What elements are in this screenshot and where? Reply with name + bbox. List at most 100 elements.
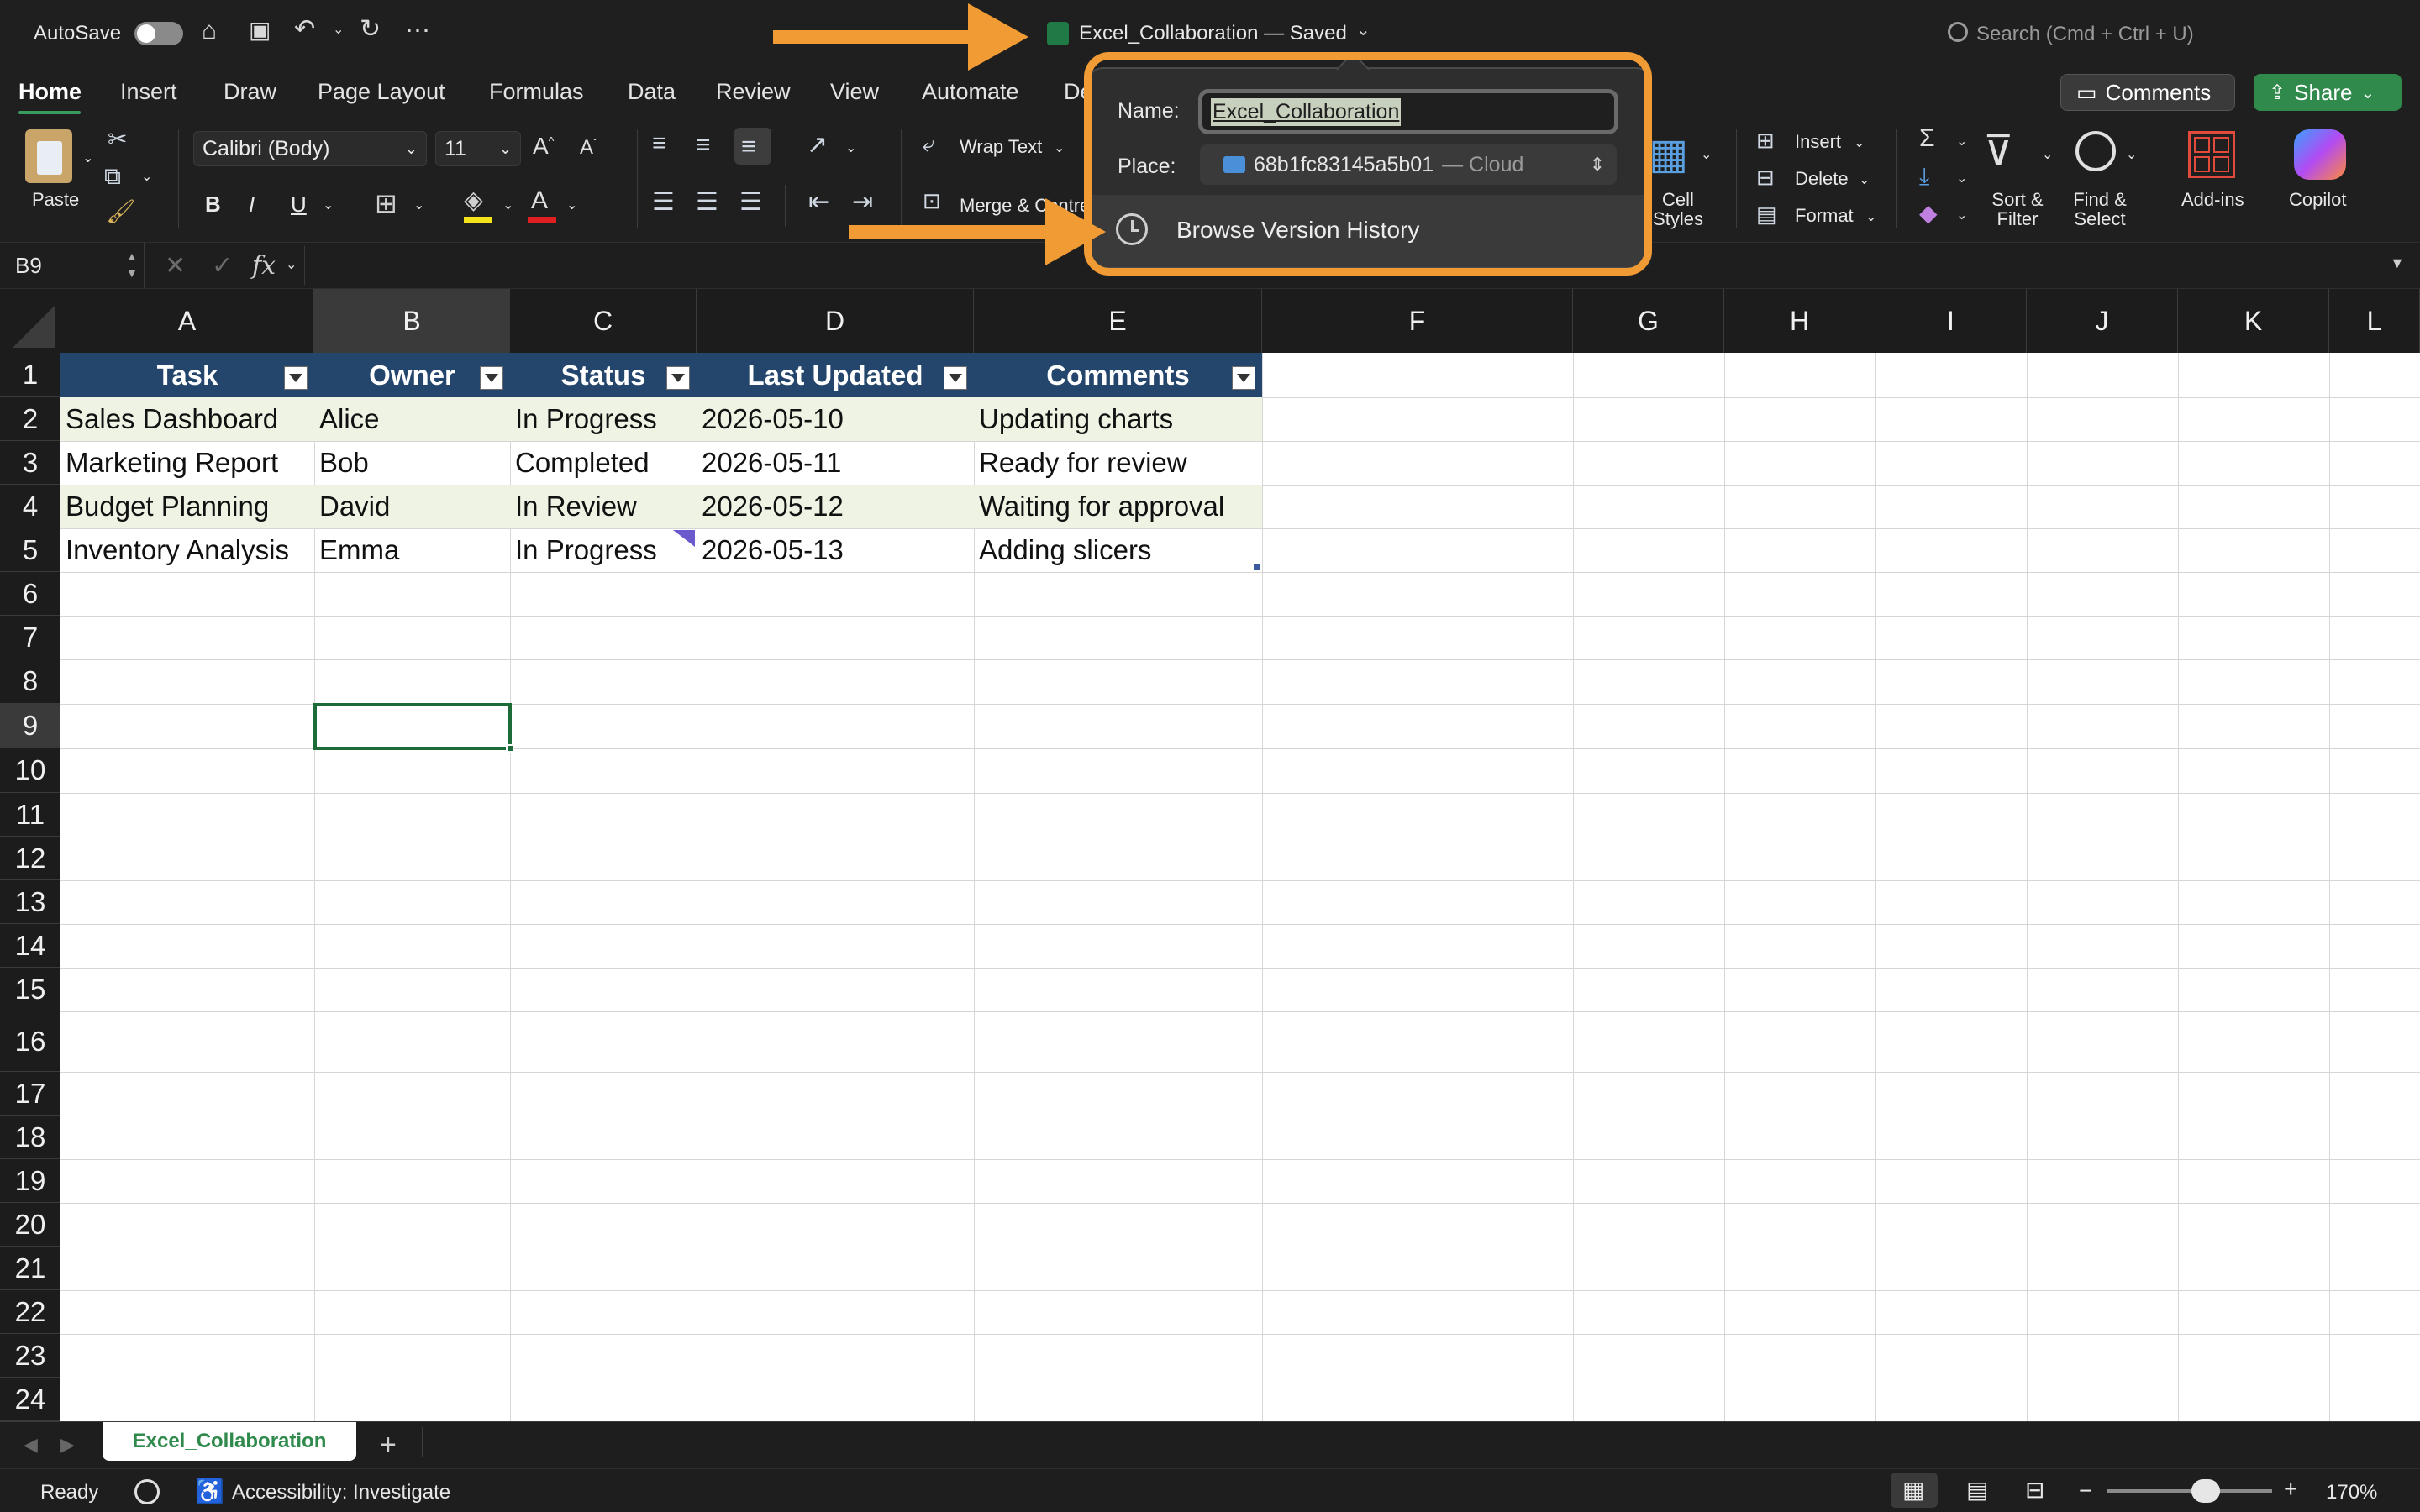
italic-button[interactable]: I — [249, 192, 255, 218]
autosave-toggle[interactable] — [134, 22, 183, 45]
redo-icon[interactable]: ↻ — [360, 17, 381, 42]
prev-sheet-icon[interactable]: ◀ — [24, 1434, 38, 1456]
addins-icon[interactable] — [2188, 131, 2235, 178]
align-top-icon[interactable]: ≡ — [652, 131, 667, 156]
chevron-down-icon[interactable]: ⌄ — [2126, 146, 2137, 163]
column-header-l[interactable]: L — [2329, 289, 2420, 353]
format-painter-icon[interactable]: 🖌 — [106, 200, 136, 223]
select-all-corner[interactable] — [0, 289, 60, 353]
row-header-21[interactable]: 21 — [0, 1247, 60, 1290]
find-select-label[interactable]: Find & Select — [2064, 190, 2136, 228]
page-break-view-icon[interactable]: ⊟ — [2025, 1476, 2044, 1504]
filter-dropdown-icon[interactable] — [944, 366, 967, 390]
chevron-down-icon[interactable]: ▼ — [126, 266, 138, 280]
table-cell[interactable]: Budget Planning — [60, 485, 314, 528]
tab-page-layout[interactable]: Page Layout — [318, 79, 445, 105]
format-cells-label[interactable]: Format — [1795, 205, 1854, 227]
save-icon[interactable]: ▣ — [249, 18, 271, 42]
chevron-down-icon[interactable]: ⌄ — [1054, 139, 1065, 156]
clear-icon[interactable]: ◆ — [1919, 202, 1938, 225]
filter-dropdown-icon[interactable] — [1232, 366, 1255, 390]
copilot-icon[interactable] — [2294, 129, 2346, 180]
add-sheet-button[interactable]: + — [380, 1429, 397, 1462]
row-header-12[interactable]: 12 — [0, 837, 60, 880]
undo-dropdown-icon[interactable]: ⌄ — [333, 24, 344, 37]
tab-review[interactable]: Review — [716, 79, 791, 105]
align-center-icon[interactable]: ☰ — [696, 190, 718, 215]
chevron-down-icon[interactable]: ⌄ — [1956, 170, 1967, 186]
row-header-6[interactable]: 6 — [0, 572, 60, 616]
column-header-g[interactable]: G — [1573, 289, 1724, 353]
row-header-3[interactable]: 3 — [0, 441, 60, 485]
row-header-17[interactable]: 17 — [0, 1072, 60, 1116]
tab-home[interactable]: Home — [18, 79, 82, 105]
column-header-j[interactable]: J — [2027, 289, 2178, 353]
insert-function-icon[interactable]: fx — [252, 251, 276, 281]
row-header-24[interactable]: 24 — [0, 1378, 60, 1421]
table-cell[interactable]: In Progress — [510, 528, 697, 572]
table-header-cell[interactable]: Last Updated — [697, 353, 974, 397]
filter-dropdown-icon[interactable] — [666, 366, 690, 390]
chevron-down-icon[interactable]: ⌄ — [1859, 171, 1870, 188]
undo-icon[interactable]: ↶ — [294, 17, 315, 42]
column-header-f[interactable]: F — [1262, 289, 1573, 353]
column-header-e[interactable]: E — [974, 289, 1262, 353]
table-cell[interactable]: 2026-05-13 — [697, 528, 974, 572]
column-header-d[interactable]: D — [697, 289, 974, 353]
insert-cells-icon[interactable]: ⊞ — [1756, 129, 1775, 151]
table-cell[interactable]: Updating charts — [974, 397, 1262, 441]
zoom-level[interactable]: 170% — [2326, 1481, 2377, 1504]
chevron-down-icon[interactable]: ⌄ — [286, 256, 297, 273]
wrap-text-icon[interactable]: ⤶ — [923, 133, 935, 155]
format-cells-icon[interactable]: ▤ — [1756, 203, 1777, 225]
column-header-h[interactable]: H — [1724, 289, 1876, 353]
column-header-i[interactable]: I — [1876, 289, 2027, 353]
align-middle-icon[interactable]: ≡ — [696, 133, 711, 158]
wrap-text-label[interactable]: Wrap Text — [960, 136, 1042, 158]
accessibility-status[interactable]: Accessibility: Investigate — [232, 1481, 450, 1504]
chevron-down-icon[interactable]: ⌄ — [141, 168, 152, 185]
font-name-dropdown[interactable]: Calibri (Body) ⌄ — [193, 131, 427, 166]
tab-automate[interactable]: Automate — [922, 79, 1019, 105]
table-cell[interactable]: In Review — [510, 485, 697, 528]
table-cell[interactable]: Inventory Analysis — [60, 528, 314, 572]
chevron-down-icon[interactable]: ⌄ — [82, 150, 93, 166]
orientation-icon[interactable]: ↗ — [807, 133, 828, 158]
chevron-down-icon[interactable]: ⌄ — [1701, 146, 1712, 163]
sort-filter-label[interactable]: Sort & Filter — [1981, 190, 2054, 228]
autosum-icon[interactable]: Σ — [1919, 126, 1935, 151]
sheet-tab-excel-collaboration[interactable]: Excel_Collaboration — [103, 1422, 356, 1461]
fill-icon[interactable]: ⤓ — [1919, 165, 1929, 188]
expand-formula-icon[interactable]: ▼ — [2390, 255, 2405, 272]
filter-dropdown-icon[interactable] — [480, 366, 503, 390]
document-title[interactable]: Excel_Collaboration — Saved — [1079, 22, 1347, 45]
chevron-up-icon[interactable]: ▲ — [126, 249, 138, 263]
table-header-cell[interactable]: Comments — [974, 353, 1262, 397]
row-header-15[interactable]: 15 — [0, 968, 60, 1011]
chevron-down-icon[interactable]: ⌄ — [845, 139, 856, 156]
chevron-down-icon[interactable]: ⌄ — [323, 197, 334, 213]
tab-insert[interactable]: Insert — [120, 79, 177, 105]
table-resize-handle[interactable] — [1254, 564, 1260, 570]
next-sheet-icon[interactable]: ▶ — [60, 1434, 75, 1456]
row-header-18[interactable]: 18 — [0, 1116, 60, 1159]
macro-record-icon[interactable] — [134, 1479, 160, 1504]
sort-filter-icon[interactable]: ⊽ — [1983, 129, 2014, 171]
row-header-4[interactable]: 4 — [0, 485, 60, 528]
increase-font-icon[interactable]: A^ — [533, 134, 554, 158]
row-header-10[interactable]: 10 — [0, 748, 60, 793]
table-cell[interactable]: Marketing Report — [60, 441, 314, 485]
spreadsheet-grid[interactable]: ABCDEFGHIJKL 1 2 3 4 5 6 7 8 9 10 11 12 13 14 15 16 17 18… — [0, 289, 2420, 1421]
addins-label[interactable]: Add-ins — [2181, 190, 2244, 209]
row-header-7[interactable]: 7 — [0, 616, 60, 659]
borders-icon[interactable]: ⊞ — [375, 190, 397, 217]
table-cell[interactable]: 2026-05-10 — [697, 397, 974, 441]
table-cell[interactable]: Completed — [510, 441, 697, 485]
cell-styles-label[interactable]: Cell Styles — [1649, 190, 1707, 228]
chevron-down-icon[interactable]: ⌄ — [566, 197, 577, 213]
increase-indent-icon[interactable]: ⇥ — [852, 190, 873, 215]
underline-button[interactable]: U — [291, 192, 307, 218]
column-header-b[interactable]: B — [314, 289, 510, 353]
decrease-indent-icon[interactable]: ⇤ — [808, 190, 829, 215]
row-header-11[interactable]: 11 — [0, 793, 60, 837]
